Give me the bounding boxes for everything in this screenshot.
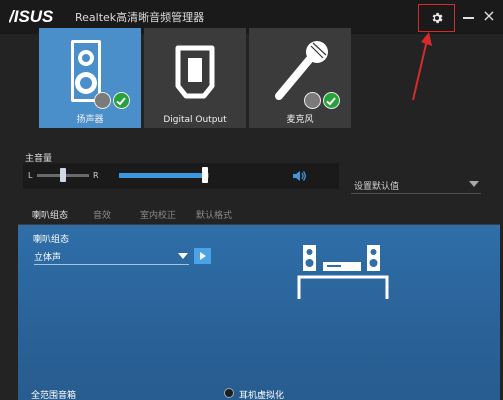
svg-text:/ISUS: /ISUS (9, 7, 54, 25)
window-title: Realtek高清晰音频管理器 (75, 11, 205, 24)
asus-logo: /ISUS (9, 7, 54, 25)
device-tile-speakers[interactable]: 扬声器 (39, 28, 141, 128)
set-default-dropdown[interactable]: 设置默认值 (351, 176, 481, 194)
balance-right-label: R (93, 171, 99, 180)
balance-left-label: L (28, 171, 33, 180)
chat-icon (94, 92, 111, 109)
tab-speaker-config[interactable]: 喇叭组态 (21, 208, 79, 228)
full-range-speakers-label: 全范围音箱 (31, 391, 77, 400)
device-tile-digital-output[interactable]: Digital Output (144, 28, 246, 128)
headphone-virtualization-checkbox[interactable] (224, 388, 234, 398)
panel-title: 喇叭组态 (33, 235, 70, 245)
volume-slider-thumb[interactable] (201, 167, 208, 183)
tab-room-correction[interactable]: 室内校正 (140, 208, 176, 221)
device-label: Digital Output (163, 115, 227, 125)
headphone-virtualization-label: 耳机虚拟化 (239, 391, 285, 400)
volume-fill (119, 173, 205, 178)
tab-sound-effects[interactable]: 音效 (93, 208, 111, 221)
annotation-arrow (412, 32, 432, 101)
speaker-setup-illustration (297, 245, 389, 299)
settings-button[interactable] (418, 4, 455, 32)
volume-slider-track[interactable] (119, 173, 209, 178)
set-default-label: 设置默认值 (354, 182, 400, 192)
chevron-down-icon (178, 253, 188, 259)
tab-bar: 喇叭组态 音效 室内校正 默认格式 (18, 205, 500, 228)
play-test-button[interactable] (194, 248, 211, 264)
mute-speaker-icon[interactable] (291, 168, 307, 184)
balance-slider-thumb[interactable] (60, 168, 66, 182)
connected-check-icon (113, 92, 130, 109)
tab-default-format[interactable]: 默认格式 (196, 208, 232, 221)
gear-icon (432, 12, 443, 24)
device-label: 扬声器 (76, 115, 104, 125)
speaker-config-panel: 喇叭组态 立体声 全范围音箱 耳机虚拟化 (18, 225, 500, 400)
speaker-config-value: 立体声 (34, 253, 62, 263)
minimize-button[interactable] (462, 6, 476, 26)
speaker-config-dropdown[interactable]: 立体声 (34, 249, 189, 265)
chevron-down-icon (469, 181, 479, 187)
connected-check-icon (323, 92, 340, 109)
digital-output-icon (175, 45, 215, 99)
audio-manager-window: /ISUS Realtek高清晰音频管理器 × 扬声器 Digital Outp… (0, 0, 503, 400)
device-tile-microphone[interactable]: 麦克风 (249, 28, 351, 128)
close-button[interactable]: × (480, 5, 498, 27)
chat-icon (304, 92, 321, 109)
device-label: 麦克风 (286, 115, 314, 125)
